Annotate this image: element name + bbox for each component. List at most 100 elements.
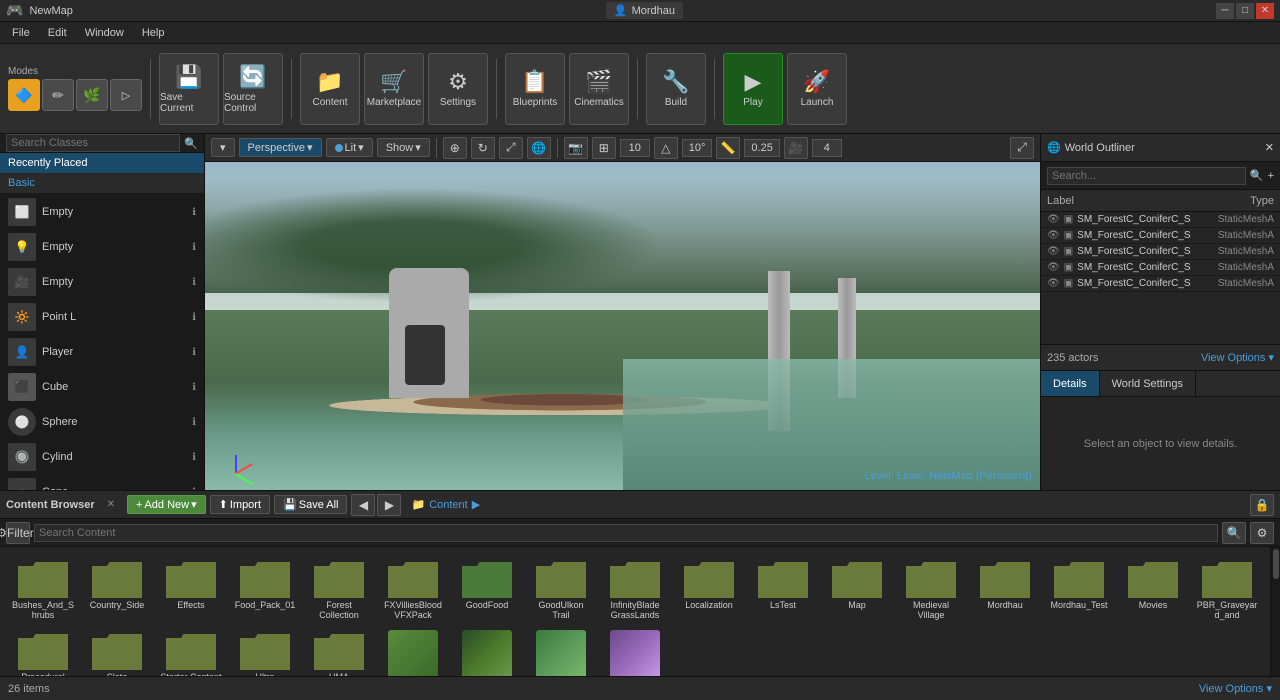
category-recently-placed[interactable]: Recently Placed <box>0 153 204 173</box>
lit-button[interactable]: Lit ▾ <box>326 138 373 157</box>
camera-speed-level[interactable]: 🎥 <box>784 137 808 159</box>
rotate-tool[interactable]: ↻ <box>471 137 495 159</box>
marketplace-button[interactable]: 🛒 Marketplace <box>364 53 424 125</box>
perspective-button[interactable]: Perspective ▾ <box>239 138 322 157</box>
content-path[interactable]: 📁 Content ▶ <box>405 498 486 511</box>
maximize-button[interactable]: □ <box>1236 3 1254 19</box>
menu-edit[interactable]: Edit <box>40 25 75 41</box>
list-item[interactable]: ⚪ Sphere ℹ <box>0 405 204 440</box>
world-space-toggle[interactable]: 🌐 <box>527 137 551 159</box>
blueprints-button[interactable]: 📋 Blueprints <box>505 53 565 125</box>
category-basic[interactable]: Basic <box>0 173 204 193</box>
list-item[interactable]: 💡 Empty ℹ <box>0 230 204 265</box>
tab-world-settings[interactable]: World Settings <box>1100 371 1196 396</box>
view-options-button[interactable]: View Options ▾ <box>1201 351 1274 364</box>
browser-search-input[interactable] <box>34 524 1218 542</box>
mode-geometry[interactable]: ▷ <box>110 79 142 111</box>
folder-item[interactable]: Starter Content <box>156 627 226 676</box>
folder-item[interactable]: Food_Pack_01 <box>230 555 300 623</box>
folder-item[interactable]: Medieval Village <box>896 555 966 623</box>
folder-item[interactable]: GoodUlkon Trail <box>526 555 596 623</box>
folder-item[interactable]: Country_Side <box>82 555 152 623</box>
outliner-row[interactable]: 👁 ▣ SM_ForestC_ConiferC_S StaticMeshA <box>1041 228 1280 244</box>
visibility-icon[interactable]: 👁 <box>1047 278 1060 289</box>
folder-item[interactable]: LsTest <box>748 555 818 623</box>
list-item[interactable]: 🔘 Cylind ℹ <box>0 440 204 475</box>
menu-file[interactable]: File <box>4 25 38 41</box>
forward-button[interactable]: ▶ <box>377 494 401 516</box>
list-item[interactable]: 👤 Player ℹ <box>0 335 204 370</box>
scale-tool[interactable]: ⤢ <box>499 137 523 159</box>
browser-view-options[interactable]: View Options ▾ <box>1199 682 1272 695</box>
folder-item[interactable]: Map <box>822 555 892 623</box>
viewport-type-dropdown[interactable]: ▾ <box>211 138 235 157</box>
browser-settings-icon[interactable]: ⚙ <box>1250 522 1274 544</box>
folder-item[interactable]: FXVilliesBlood VFXPack <box>378 555 448 623</box>
folder-item[interactable]: GoodFood <box>452 555 522 623</box>
list-item[interactable]: 🎥 Empty ℹ <box>0 265 204 300</box>
list-item[interactable]: ⬛ Cube ℹ <box>0 370 204 405</box>
asset-item[interactable]: Grass_Mountain_5_N <box>600 627 670 676</box>
source-control-button[interactable]: 🔄 Source Control <box>223 53 283 125</box>
list-item[interactable]: 🔺 Cone ℹ <box>0 475 204 490</box>
folder-item[interactable]: InfinityBlade GrassLands <box>600 555 670 623</box>
visibility-icon[interactable]: 👁 <box>1047 246 1060 257</box>
close-button[interactable]: ✕ <box>1256 3 1274 19</box>
angle-toggle[interactable]: △ <box>654 137 678 159</box>
asset-item[interactable]: Grass_Mountain_5_D <box>452 627 522 676</box>
play-button[interactable]: ▶ Play <box>723 53 783 125</box>
visibility-icon[interactable]: 👁 <box>1047 230 1060 241</box>
folder-item[interactable]: Slate <box>82 627 152 676</box>
asset-item[interactable]: Grass_Mountain_5 <box>378 627 448 676</box>
list-item[interactable]: ⬜ Empty ℹ <box>0 195 204 230</box>
save-all-button[interactable]: 💾 Save All <box>274 495 347 514</box>
tab-details[interactable]: Details <box>1041 371 1100 396</box>
browser-search-icon[interactable]: 🔍 <box>1222 522 1246 544</box>
filters-button[interactable]: ⚙ Filters <box>6 522 30 544</box>
grid-toggle[interactable]: ⊞ <box>592 137 616 159</box>
import-button[interactable]: ⬆ Import <box>210 495 270 514</box>
folder-item[interactable]: Bushes_And_Shrubs <box>8 555 78 623</box>
launch-button[interactable]: 🚀 Launch <box>787 53 847 125</box>
outliner-close-icon[interactable]: ✕ <box>1265 141 1274 154</box>
browser-scrollbar[interactable] <box>1270 547 1280 676</box>
camera-speed-btn[interactable]: 📷 <box>564 137 588 159</box>
save-current-button[interactable]: 💾 Save Current <box>159 53 219 125</box>
mode-placement[interactable]: 🔷 <box>8 79 40 111</box>
visibility-icon[interactable]: 👁 <box>1047 262 1060 273</box>
folder-item[interactable]: Mordhau <box>970 555 1040 623</box>
folder-item[interactable]: Movies <box>1118 555 1188 623</box>
maximize-viewport[interactable]: ⤢ <box>1010 137 1034 159</box>
outliner-search-input[interactable] <box>1047 167 1246 185</box>
menu-help[interactable]: Help <box>134 25 173 41</box>
viewport-canvas[interactable]: Level: Level: NewMap (Persistent) <box>205 162 1040 490</box>
lock-button[interactable]: 🔒 <box>1250 494 1274 516</box>
minimize-button[interactable]: ─ <box>1216 3 1234 19</box>
cinematics-button[interactable]: 🎬 Cinematics <box>569 53 629 125</box>
list-item[interactable]: 🔆 Point L ℹ <box>0 300 204 335</box>
build-button[interactable]: 🔧 Build <box>646 53 706 125</box>
show-button[interactable]: Show ▾ <box>377 138 430 157</box>
scale-toggle[interactable]: 📏 <box>716 137 740 159</box>
browser-tab-close[interactable]: ✕ <box>107 499 115 510</box>
folder-item[interactable]: Effects <box>156 555 226 623</box>
search-classes-input[interactable] <box>6 134 180 152</box>
folder-item[interactable]: Localization <box>674 555 744 623</box>
folder-item[interactable]: Procedural NaturePack <box>8 627 78 676</box>
mode-foliage[interactable]: 🌿 <box>76 79 108 111</box>
outliner-row[interactable]: 👁 ▣ SM_ForestC_ConiferC_S StaticMeshA <box>1041 276 1280 292</box>
settings-button[interactable]: ⚙ Settings <box>428 53 488 125</box>
folder-item[interactable]: Mordhau_Test <box>1044 555 1114 623</box>
add-actor-icon[interactable]: + <box>1268 170 1274 182</box>
folder-item[interactable]: UMA <box>304 627 374 676</box>
translate-tool[interactable]: ⊕ <box>443 137 467 159</box>
folder-item[interactable]: Forest Collection <box>304 555 374 623</box>
folder-item[interactable]: PBR_Graveyard_and <box>1192 555 1262 623</box>
asset-item[interactable]: Grass_Mountain_5_Mat <box>526 627 596 676</box>
visibility-icon[interactable]: 👁 <box>1047 214 1060 225</box>
outliner-row[interactable]: 👁 ▣ SM_ForestC_ConiferC_S StaticMeshA <box>1041 260 1280 276</box>
outliner-row[interactable]: 👁 ▣ SM_ForestC_ConiferC_S StaticMeshA <box>1041 244 1280 260</box>
add-new-button[interactable]: + Add New ▾ <box>127 495 206 514</box>
outliner-row[interactable]: 👁 ▣ SM_ForestC_ConiferC_S StaticMeshA <box>1041 212 1280 228</box>
menu-window[interactable]: Window <box>77 25 132 41</box>
